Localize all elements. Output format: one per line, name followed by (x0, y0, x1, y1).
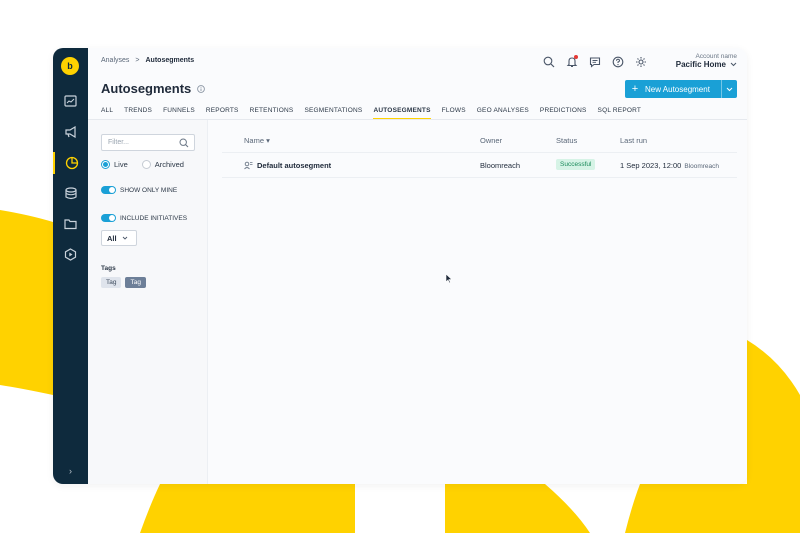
tags-label: Tags (101, 265, 116, 272)
breadcrumb-parent[interactable]: Analyses (101, 57, 129, 64)
account-label: Account name (695, 53, 737, 60)
analysis-tabs: ALL TRENDS FUNNELS REPORTS RETENTIONS SE… (101, 107, 641, 119)
row-name: Default autosegment (257, 161, 332, 170)
filter-panel: Filter... Live Archived SHOW ONLY MINE I… (88, 120, 208, 484)
breadcrumb: Analyses > Autosegments (101, 57, 194, 64)
show-only-mine-toggle[interactable] (101, 186, 116, 194)
new-autosegment-label: New Autosegment (645, 84, 710, 94)
column-name-header[interactable]: Name ▾ (244, 136, 270, 145)
radio-archived-circle[interactable] (141, 160, 151, 169)
tags-list: Tag Tag (101, 277, 146, 288)
info-icon[interactable] (197, 84, 206, 93)
plus-icon: + (631, 83, 639, 95)
chevron-right-icon: › (69, 466, 72, 476)
top-bar: Analyses > Autosegments Account name Pac… (88, 48, 747, 78)
chat-icon[interactable] (589, 55, 601, 68)
include-initiatives-toggle[interactable] (101, 214, 116, 222)
notification-dot (574, 55, 578, 59)
tab-retentions[interactable]: RETENTIONS (250, 107, 294, 119)
mouse-cursor-icon (445, 273, 453, 284)
tab-autosegments[interactable]: AUTOSEGMENTS (373, 107, 431, 119)
breadcrumb-separator: > (135, 57, 140, 64)
account-name: Pacific Home (675, 60, 726, 69)
column-owner-header[interactable]: Owner (480, 136, 502, 145)
title-row: Autosegments (101, 81, 206, 96)
row-last-run-by: Bloomreach (684, 163, 719, 170)
tag-chip-selected[interactable]: Tag (125, 277, 146, 288)
status-badge: Successful (556, 159, 596, 170)
show-only-mine-label: SHOW ONLY MINE (120, 186, 178, 194)
megaphone-icon[interactable] (53, 121, 88, 143)
tab-geo-analyses[interactable]: GEO ANALYSES (477, 107, 529, 119)
dashboard-icon[interactable] (53, 90, 88, 112)
radio-archived-label: Archived (154, 160, 184, 169)
tab-sql-report[interactable]: SQL REPORT (598, 107, 642, 119)
radio-live[interactable]: Live (101, 160, 128, 169)
filter-placeholder: Filter... (108, 139, 130, 146)
results-table: Name ▾ Owner Status Last run Default aut… (208, 120, 747, 484)
analytics-icon[interactable] (53, 152, 88, 174)
include-initiatives-label: INCLUDE INITIATIVES (120, 214, 188, 222)
table-row[interactable]: Default autosegment Bloomreach Successfu… (222, 152, 737, 178)
tag-chip[interactable]: Tag (101, 277, 122, 288)
status-radio-group: Live Archived (101, 160, 184, 169)
logo[interactable]: b (61, 57, 79, 75)
column-status-header[interactable]: Status (556, 136, 577, 145)
new-autosegment-button[interactable]: + New Autosegment (625, 80, 737, 98)
include-initiatives-row: INCLUDE INITIATIVES (101, 214, 187, 222)
row-name-cell[interactable]: Default autosegment (244, 161, 331, 170)
row-last-run: 1 Sep 2023, 12:00 Bloomreach (620, 161, 719, 170)
tab-flows[interactable]: FLOWS (442, 107, 466, 119)
folder-icon[interactable] (53, 213, 88, 235)
chevron-down-icon (726, 87, 733, 91)
tab-reports[interactable]: REPORTS (206, 107, 239, 119)
app-window: b › Analyses > Autosegments Account name… (53, 48, 747, 484)
tab-funnels[interactable]: FUNNELS (163, 107, 195, 119)
tab-predictions[interactable]: PREDICTIONS (540, 107, 587, 119)
filter-input[interactable]: Filter... (101, 134, 195, 151)
table-header: Name ▾ Owner Status Last run (222, 136, 737, 150)
sort-desc-icon: ▾ (266, 136, 270, 145)
help-icon[interactable] (612, 55, 624, 68)
initiatives-select[interactable]: All (101, 230, 137, 246)
row-owner: Bloomreach (480, 161, 521, 170)
tab-trends[interactable]: TRENDS (124, 107, 152, 119)
play-hexagon-icon[interactable] (53, 243, 88, 265)
page-title: Autosegments (101, 81, 192, 96)
database-icon[interactable] (53, 182, 88, 204)
top-icons (543, 55, 647, 68)
radio-archived[interactable]: Archived (141, 160, 184, 169)
select-value: All (107, 233, 117, 243)
left-rail: b › (53, 48, 88, 484)
breadcrumb-current: Autosegments (145, 57, 195, 64)
search-icon (179, 138, 189, 148)
bell-icon[interactable] (566, 55, 578, 67)
chevron-down-icon (730, 62, 737, 67)
account-switcher[interactable]: Account name Pacific Home (676, 53, 737, 69)
account-name-row: Pacific Home (676, 60, 737, 69)
column-last-run-header[interactable]: Last run (620, 136, 647, 145)
chevron-down-icon (122, 236, 127, 240)
tab-segmentations[interactable]: SEGMENTATIONS (304, 107, 362, 119)
dropdown-caret-button[interactable] (721, 80, 737, 98)
autosegment-icon (244, 161, 253, 170)
radio-live-circle[interactable] (101, 160, 110, 169)
tab-all[interactable]: ALL (101, 107, 113, 119)
search-icon[interactable] (543, 55, 555, 68)
main-area: Analyses > Autosegments Account name Pac… (88, 48, 747, 484)
radio-live-label: Live (114, 160, 128, 169)
expand-rail-button[interactable]: › (53, 464, 88, 478)
gear-icon[interactable] (635, 55, 647, 67)
show-only-mine-row: SHOW ONLY MINE (101, 186, 177, 194)
